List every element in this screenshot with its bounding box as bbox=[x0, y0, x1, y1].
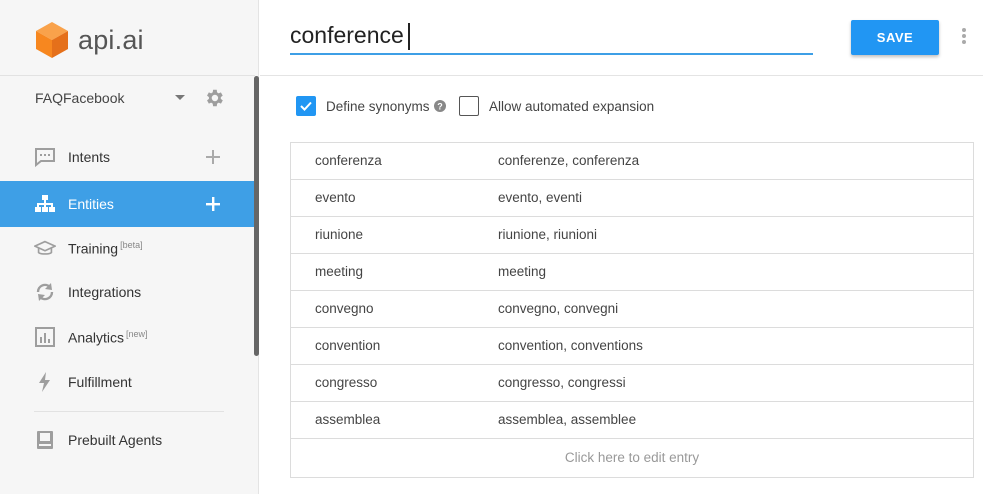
app-window: api.ai FAQFacebook Intents Entities Trai… bbox=[0, 0, 983, 494]
sidebar-item-label: Intents bbox=[68, 149, 111, 165]
lightning-icon bbox=[34, 371, 56, 393]
entry-synonyms[interactable]: congresso, congressi bbox=[498, 375, 626, 390]
entry-value[interactable]: convegno bbox=[315, 301, 374, 316]
entry-synonyms[interactable]: evento, eventi bbox=[498, 190, 582, 205]
entry-value[interactable]: evento bbox=[315, 190, 356, 205]
entry-value[interactable]: riunione bbox=[315, 227, 363, 242]
table-row[interactable]: riunione riunione, riunioni bbox=[291, 217, 973, 254]
add-entity-icon[interactable] bbox=[203, 194, 223, 214]
check-icon bbox=[300, 101, 312, 111]
table-row[interactable]: meeting meeting bbox=[291, 254, 973, 291]
graduation-cap-icon bbox=[34, 237, 56, 259]
sidebar-item-label: Analytics bbox=[68, 329, 125, 346]
allow-expansion-option[interactable]: Allow automated expansion bbox=[459, 95, 654, 117]
sidebar: api.ai FAQFacebook Intents Entities Trai… bbox=[0, 0, 259, 494]
beta-badge: [beta] bbox=[120, 239, 143, 250]
logo[interactable]: api.ai bbox=[35, 20, 144, 60]
sidebar-item-label: Fulfillment bbox=[68, 374, 132, 390]
entry-value[interactable]: assemblea bbox=[315, 412, 380, 427]
sidebar-item-training[interactable]: Training [beta] bbox=[0, 225, 255, 271]
sidebar-item-analytics[interactable]: Analytics [new] bbox=[0, 314, 255, 360]
entry-value[interactable]: convention bbox=[315, 338, 380, 353]
add-intent-icon[interactable] bbox=[203, 147, 223, 167]
gear-icon[interactable] bbox=[203, 87, 225, 109]
table-row[interactable]: conferenza conferenze, conferenza bbox=[291, 143, 973, 180]
logo-text: api.ai bbox=[78, 24, 144, 55]
entry-synonyms[interactable]: riunione, riunioni bbox=[498, 227, 597, 242]
table-row[interactable]: congresso congresso, congressi bbox=[291, 365, 973, 402]
text-cursor bbox=[408, 23, 410, 50]
entity-name-input[interactable] bbox=[290, 20, 813, 55]
new-badge: [new] bbox=[126, 328, 148, 339]
entry-synonyms[interactable]: conferenze, conferenza bbox=[498, 153, 639, 168]
entry-value[interactable]: congresso bbox=[315, 375, 377, 390]
allow-expansion-label: Allow automated expansion bbox=[489, 98, 655, 114]
sidebar-item-integrations[interactable]: Integrations bbox=[0, 269, 255, 315]
agent-name: FAQFacebook bbox=[35, 90, 125, 106]
table-row[interactable]: convention convention, conventions bbox=[291, 328, 973, 365]
sitemap-icon bbox=[34, 193, 56, 215]
table-row[interactable]: convegno convegno, convegni bbox=[291, 291, 973, 328]
header-divider bbox=[260, 75, 983, 76]
entries-table: conferenza conferenze, conferenza evento… bbox=[290, 142, 974, 478]
entry-value[interactable]: meeting bbox=[315, 264, 363, 279]
chevron-down-icon[interactable] bbox=[175, 95, 185, 100]
sidebar-scrollbar[interactable] bbox=[254, 76, 259, 356]
logo-cube-icon bbox=[36, 22, 68, 58]
entry-value[interactable]: conferenza bbox=[315, 153, 382, 168]
sidebar-divider bbox=[34, 411, 224, 412]
sidebar-item-label: Integrations bbox=[68, 284, 142, 300]
sidebar-item-label: Training bbox=[68, 240, 119, 257]
sidebar-item-entities[interactable]: Entities bbox=[0, 181, 255, 227]
save-button[interactable]: SAVE bbox=[851, 20, 939, 55]
entry-synonyms[interactable]: meeting bbox=[498, 264, 546, 279]
sidebar-item-label: Entities bbox=[68, 196, 114, 212]
entry-synonyms[interactable]: convention, conventions bbox=[498, 338, 643, 353]
svg-text:?: ? bbox=[437, 102, 443, 112]
allow-expansion-checkbox[interactable] bbox=[459, 96, 479, 116]
table-row[interactable]: evento evento, eventi bbox=[291, 180, 973, 217]
sidebar-item-intents[interactable]: Intents bbox=[0, 134, 255, 180]
agent-selector[interactable]: FAQFacebook bbox=[35, 84, 235, 112]
sidebar-item-prebuilt-agents[interactable]: Prebuilt Agents bbox=[0, 417, 255, 463]
entry-synonyms[interactable]: assemblea, assemblee bbox=[498, 412, 636, 427]
help-icon[interactable]: ? bbox=[433, 100, 446, 112]
sidebar-divider bbox=[0, 75, 255, 76]
edit-entry-row[interactable]: Click here to edit entry bbox=[291, 439, 973, 477]
table-row[interactable]: assemblea assemblea, assemblee bbox=[291, 402, 973, 439]
define-synonyms-option[interactable]: Define synonyms ? bbox=[296, 95, 446, 117]
bar-chart-icon bbox=[34, 326, 56, 348]
define-synonyms-checkbox[interactable] bbox=[296, 96, 316, 116]
sidebar-item-label: Prebuilt Agents bbox=[68, 432, 163, 448]
sync-icon bbox=[34, 281, 56, 303]
more-vertical-icon[interactable] bbox=[958, 26, 970, 46]
chat-icon bbox=[34, 146, 56, 168]
entry-synonyms[interactable]: convegno, convegni bbox=[498, 301, 618, 316]
book-icon bbox=[34, 429, 56, 451]
define-synonyms-label: Define synonyms bbox=[326, 98, 430, 114]
sidebar-item-fulfillment[interactable]: Fulfillment bbox=[0, 359, 255, 405]
